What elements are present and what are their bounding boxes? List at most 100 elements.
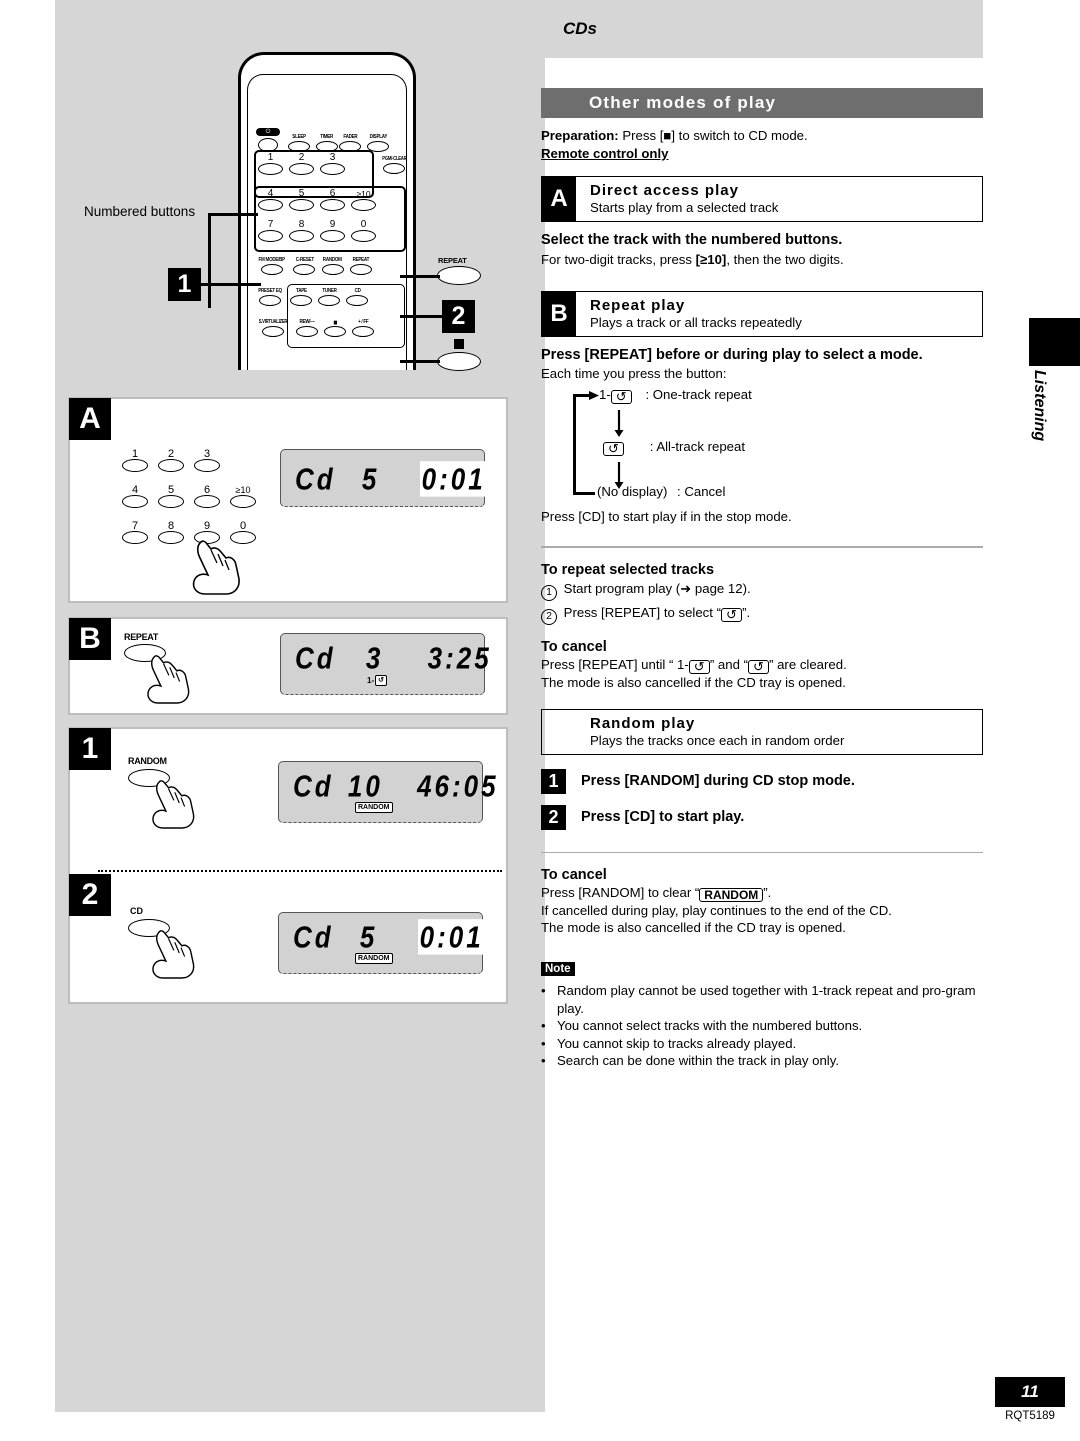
panel-b-lcd-time: 3:25 <box>427 640 492 676</box>
panel-a-lcd-track: 5 <box>361 461 380 497</box>
panel-1-button-label: RANDOM <box>128 756 167 766</box>
random-step-1: 1 Press [RANDOM] during CD stop mode. <box>541 768 983 794</box>
remote-pgm-clear-button[interactable] <box>383 163 406 174</box>
mode-a-box: A Direct access play Starts play from a … <box>541 176 983 222</box>
note-item-text: Search can be done within the track in p… <box>557 1053 839 1068</box>
mode-a-subtitle: Starts play from a selected track <box>590 200 779 215</box>
cancel-repeat-part-c: ” are cleared. <box>769 656 847 672</box>
remote-key-9-label: 9 <box>329 219 336 230</box>
mode-b-start-note: Press [CD] to start play if in the stop … <box>541 509 792 524</box>
panel-a-key-4[interactable] <box>122 495 148 508</box>
remote-key-9[interactable] <box>320 230 345 242</box>
panel-1-lcd-time: 46:05 <box>417 768 499 804</box>
remote-key-5[interactable] <box>289 199 314 211</box>
callout-line-numbered-vert <box>208 213 211 308</box>
list-item: • Random play cannot be used together wit… <box>541 982 983 1017</box>
panel-a-key-ten-plus[interactable] <box>230 495 256 508</box>
stop-square-icon <box>454 339 464 349</box>
remote-rew-label: REW/— <box>299 319 315 325</box>
remote-fm-mode-button[interactable] <box>260 264 283 275</box>
remote-key-1[interactable] <box>258 163 283 175</box>
panel-a-key-3-label: 3 <box>203 448 211 460</box>
panel-a-key-0-label: 0 <box>239 520 247 532</box>
panel-a-key-7[interactable] <box>122 531 148 544</box>
remote-key-0[interactable] <box>351 230 376 242</box>
remote-tape-button[interactable] <box>290 295 313 306</box>
panel-random-steps: 1 RANDOM Cd 10 46:05 RANDOM 2 CD Cd 5 0:… <box>68 727 508 1004</box>
cancel-repeat-line-2: The mode is also cancelled if the CD tra… <box>541 674 846 690</box>
mode-b-title: Repeat play <box>590 297 686 314</box>
list-item: • You cannot select tracks with the numbe… <box>541 1017 983 1035</box>
panel-a-key-5[interactable] <box>158 495 184 508</box>
remote-key-2[interactable] <box>289 163 314 175</box>
remote-key-7-label: 7 <box>267 219 274 230</box>
remote-fader-label: FADER <box>342 134 358 140</box>
repeat-icon: ↺ <box>375 675 387 686</box>
panel-a-key-1[interactable] <box>122 459 148 472</box>
remote-key-3[interactable] <box>320 163 345 175</box>
remote-key-7[interactable] <box>258 230 283 242</box>
remote-svirtualizer-button[interactable] <box>261 326 284 337</box>
panel-b-lcd-main: Cd <box>295 640 336 676</box>
remote-c-reset-label: C-RESET <box>295 257 314 263</box>
callout-line-repeat <box>400 275 440 278</box>
remote-rew-button[interactable] <box>295 326 318 337</box>
repeat-selected-item2-post: ”. <box>742 604 751 620</box>
panel-a-key-7-label: 7 <box>131 520 139 532</box>
callout-repeat-label: REPEAT <box>438 256 467 265</box>
remote-tuner-button[interactable] <box>318 295 341 306</box>
remote-c-reset-button[interactable] <box>293 264 316 275</box>
panel-b-tag: B <box>69 618 111 660</box>
remote-key-4[interactable] <box>258 199 283 211</box>
callout-numbered-buttons: Numbered buttons <box>84 204 196 219</box>
panel-a-key-3[interactable] <box>194 459 220 472</box>
random-step-1-number: 1 <box>541 768 566 794</box>
remote-repeat-button[interactable] <box>349 264 372 275</box>
remote-stop-button[interactable] <box>323 326 346 337</box>
remote-control-illustration: ⏻ SLEEP TIMER FADER DISPLAY PGM/-CLEAR 1… <box>228 52 428 372</box>
repeat-selected-heading: To repeat selected tracks <box>541 561 715 578</box>
panel-a-key-ten-plus-label: ≥10 <box>235 485 251 495</box>
random-step-2-text: Press [CD] to start play. <box>581 808 745 825</box>
flow-step3-label: (No display) <box>597 484 668 499</box>
remote-key-4-label: 4 <box>267 188 274 199</box>
cancel-repeat-heading: To cancel <box>541 638 607 655</box>
preparation-label: Preparation: <box>541 128 619 143</box>
bullet-icon: • <box>541 1035 546 1051</box>
panel-1-lcd-track: 10 <box>347 768 383 804</box>
remote-preset-eq-button[interactable] <box>259 295 282 306</box>
note-item-text: Random play cannot be used together with… <box>557 983 976 1016</box>
panel-2-lcd-indicator: RANDOM <box>355 953 393 964</box>
cancel-random-heading: To cancel <box>541 867 607 883</box>
remote-ff-button[interactable] <box>351 326 374 337</box>
panel-a-key-2[interactable] <box>158 459 184 472</box>
panel-a-key-8-label: 8 <box>167 520 175 532</box>
callout-line-numbered <box>210 213 258 216</box>
remote-key-6[interactable] <box>320 199 345 211</box>
remote-key-3-label: 3 <box>329 152 336 163</box>
side-tab-label: Listening <box>1031 370 1048 442</box>
remote-key-ten-plus[interactable] <box>351 199 376 211</box>
remote-key-2-label: 2 <box>298 152 305 163</box>
pointing-hand-icon <box>192 540 240 595</box>
remote-random-button[interactable] <box>321 264 344 275</box>
remote-key-1-label: 1 <box>267 152 274 163</box>
cancel-repeat-part-a: Press [REPEAT] until “ 1- <box>541 656 689 672</box>
bullet-icon: • <box>541 1018 546 1033</box>
panel-2-lcd-time: 0:01 <box>417 919 486 955</box>
remote-cd-button[interactable] <box>346 295 369 306</box>
remote-key-8[interactable] <box>289 230 314 242</box>
panel-b-lcd-track: 3 <box>365 640 384 676</box>
remote-key-ten-plus-label: ≥10 <box>356 189 371 199</box>
repeat-mode-flow: 1- ↺ : One-track repeat ↺ : All-track rep… <box>541 386 983 508</box>
repeat-icon: ↺ <box>688 659 710 674</box>
repeat-icon: ↺ <box>721 607 743 622</box>
panel-2-button-label: CD <box>130 906 143 916</box>
panel-a-key-8[interactable] <box>158 531 184 544</box>
preparation-text-2: ] to switch to CD mode. <box>671 128 808 143</box>
remote-control-only-heading: Remote control only <box>541 146 669 161</box>
remote-svirtualizer-label: S.VIRTUALIZER <box>258 319 288 325</box>
panel-a-key-6[interactable] <box>194 495 220 508</box>
mode-random-box: Random play Plays the tracks once each i… <box>541 708 983 755</box>
mode-a-detail-bold: [≥10] <box>695 252 727 267</box>
